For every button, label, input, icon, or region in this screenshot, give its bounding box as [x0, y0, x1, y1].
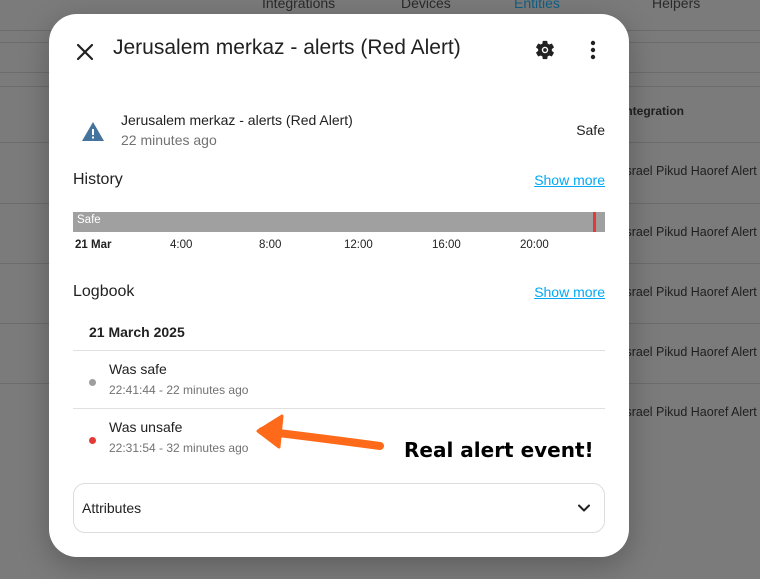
tab-devices: Devices [401, 0, 451, 11]
alert-triangle-icon [82, 122, 104, 141]
annotation-label: Real alert event! [404, 438, 594, 462]
entity-state: Safe [576, 122, 605, 138]
more-vertical-icon [590, 40, 596, 60]
state-dot-icon [89, 379, 96, 386]
logbook-entry-time: 22:41:44 - 22 minutes ago [109, 383, 249, 397]
history-tick: 20:00 [520, 239, 549, 251]
history-tick: 4:00 [170, 239, 193, 251]
logbook-entry-title: Was unsafe [109, 419, 183, 435]
settings-button[interactable] [529, 34, 561, 66]
more-options-button[interactable] [577, 34, 609, 66]
entity-name: Jerusalem merkaz - alerts (Red Alert) [121, 112, 353, 128]
logbook-entry-title: Was safe [109, 361, 167, 377]
background-tabs: Integrations Devices Entities Helpers [0, 0, 760, 14]
history-title: History [73, 171, 123, 188]
table-cell: Israel Pikud Haoref Alert [622, 164, 757, 178]
table-cell: Israel Pikud Haoref Alert [622, 345, 757, 359]
state-dot-icon [89, 437, 96, 444]
entity-dialog: Jerusalem merkaz - alerts (Red Alert) Je… [49, 14, 629, 557]
dialog-title: Jerusalem merkaz - alerts (Red Alert) [113, 36, 461, 59]
logbook-title: Logbook [73, 283, 135, 300]
history-tick: 12:00 [344, 239, 373, 251]
logbook-divider [73, 408, 605, 409]
tab-helpers: Helpers [652, 0, 701, 11]
history-timeline-bar[interactable]: Safe [73, 212, 605, 232]
history-show-more-link[interactable]: Show more [534, 172, 605, 188]
history-alert-marker [593, 212, 596, 232]
history-tick: 16:00 [432, 239, 461, 251]
entity-state-row: Jerusalem merkaz - alerts (Red Alert) 22… [73, 110, 605, 154]
chevron-down-icon [578, 504, 590, 512]
table-cell: Israel Pikud Haoref Alert [622, 405, 757, 419]
logbook-date: 21 March 2025 [89, 324, 185, 340]
table-cell: Israel Pikud Haoref Alert [622, 225, 757, 239]
history-tick: 8:00 [259, 239, 282, 251]
attributes-expander[interactable]: Attributes [73, 483, 605, 533]
logbook-divider [73, 350, 605, 351]
table-cell: Israel Pikud Haoref Alert [622, 285, 757, 299]
tab-entities: Entities [514, 0, 560, 11]
column-header-integration: Integration [622, 104, 684, 118]
gear-icon [536, 40, 554, 60]
attributes-label: Attributes [82, 500, 142, 516]
logbook-entry-time: 22:31:54 - 32 minutes ago [109, 441, 249, 455]
history-tick: 21 Mar [75, 239, 112, 251]
logbook-entry[interactable]: Was safe 22:41:44 - 22 minutes ago [73, 361, 605, 409]
entity-last-changed: 22 minutes ago [121, 132, 217, 148]
history-bar-label: Safe [77, 214, 101, 226]
logbook-show-more-link[interactable]: Show more [534, 284, 605, 300]
close-icon [76, 43, 94, 61]
close-button[interactable] [69, 36, 101, 68]
tab-integrations: Integrations [262, 0, 336, 11]
